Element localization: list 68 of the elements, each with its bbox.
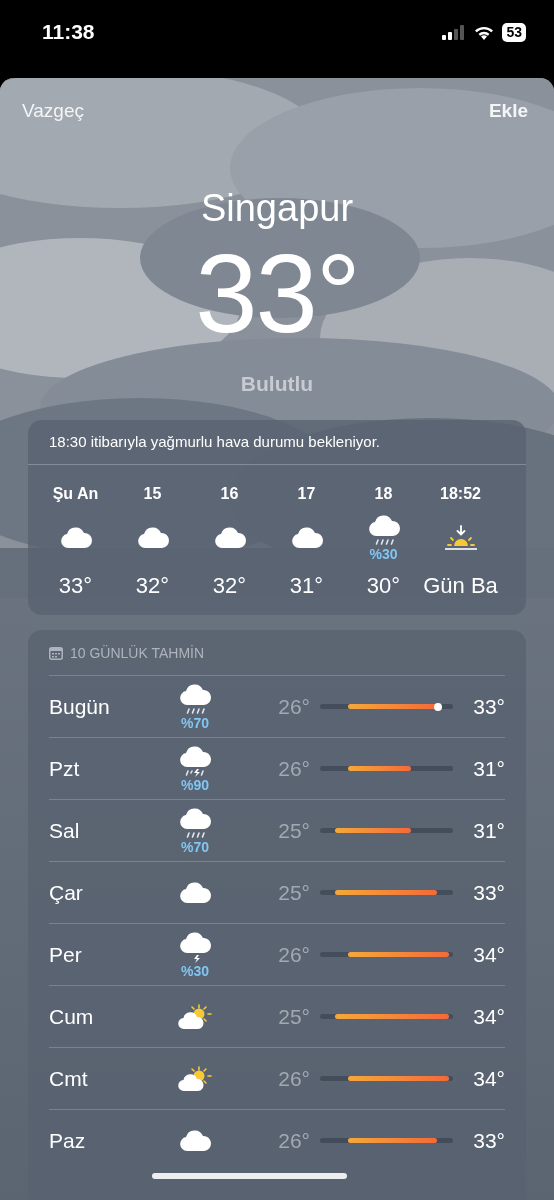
day-label: Per	[49, 942, 83, 967]
precipitation-chance: %30	[369, 546, 398, 562]
day-label: Cum	[49, 1004, 95, 1029]
high-temperature: 33°	[472, 880, 505, 905]
day-label: Bugün	[49, 694, 111, 719]
day-label: Paz	[49, 1128, 87, 1153]
section-title: 10 GÜNLÜK TAHMİN	[70, 645, 205, 661]
day-label: Pzt	[49, 756, 81, 781]
cloud-icon	[135, 526, 170, 550]
high-temperature: 31°	[472, 756, 505, 781]
low-temperature: 26°	[277, 1128, 310, 1153]
rain-cloud-icon	[366, 514, 401, 546]
lightning-cloud-icon	[178, 930, 212, 963]
precipitation-chance: %70	[181, 714, 209, 731]
hour-label: 17	[297, 485, 316, 504]
low-temperature: 26°	[277, 942, 310, 967]
hour-label: Şu An	[52, 485, 99, 504]
temperature-range-bar	[347, 766, 412, 771]
high-temperature: 34°	[472, 1066, 505, 1091]
low-temperature: 25°	[277, 818, 310, 843]
hour-temperature: 31°	[289, 573, 324, 599]
status-time: 11:38	[42, 20, 95, 44]
precipitation-chance: %70	[181, 838, 209, 855]
high-temperature: 33°	[472, 1128, 505, 1153]
hour-temperature: 33°	[58, 573, 93, 599]
low-temperature: 25°	[277, 880, 310, 905]
low-temperature: 26°	[277, 756, 310, 781]
hour-label: 15	[143, 485, 162, 504]
cloud-icon	[178, 1128, 212, 1153]
high-temperature: 34°	[472, 942, 505, 967]
storm-cloud-icon	[178, 744, 212, 777]
hour-temperature: Gün Ba	[423, 573, 498, 599]
hour-temperature: 30°	[366, 573, 401, 599]
calendar-icon	[49, 646, 63, 660]
cloud-icon	[178, 880, 212, 905]
hour-temperature: 32°	[212, 573, 247, 599]
signal-icon	[442, 24, 467, 40]
battery-indicator: 53	[502, 22, 526, 42]
forecast-summary: 18:30 itibarıyla yağmurlu hava durumu bekleniyor.	[28, 420, 526, 465]
day-label: Cmt	[49, 1066, 89, 1091]
cloud-icon	[58, 526, 93, 550]
cloud-icon	[212, 526, 247, 550]
hour-label: 16	[220, 485, 239, 504]
high-temperature: 34°	[472, 1004, 505, 1029]
add-button[interactable]: Ekle	[488, 100, 528, 122]
city-name: Singapur	[200, 186, 354, 230]
cancel-button[interactable]: Vazgeç	[22, 100, 84, 122]
high-temperature: 31°	[472, 818, 505, 843]
sunset-icon	[443, 525, 478, 551]
hour-label: 18:52	[440, 485, 481, 504]
precipitation-chance: %30	[181, 962, 209, 979]
cloud-icon	[289, 526, 324, 550]
hour-label: 18	[374, 485, 393, 504]
current-temperature: 33°	[195, 238, 359, 350]
precipitation-chance: %90	[181, 776, 209, 793]
sun-cloud-icon	[177, 1003, 213, 1030]
sun-cloud-icon	[177, 1065, 213, 1092]
low-temperature: 25°	[277, 1004, 310, 1029]
rain-cloud-icon	[178, 806, 212, 839]
wifi-icon	[474, 24, 495, 40]
low-temperature: 26°	[277, 694, 310, 719]
day-label: Çar	[49, 880, 84, 905]
weather-condition: Bulutlu	[240, 372, 314, 396]
rain-cloud-icon	[178, 682, 212, 715]
high-temperature: 33°	[472, 694, 505, 719]
low-temperature: 26°	[277, 1066, 310, 1091]
hour-temperature: 32°	[135, 573, 170, 599]
day-label: Sal	[49, 818, 81, 843]
